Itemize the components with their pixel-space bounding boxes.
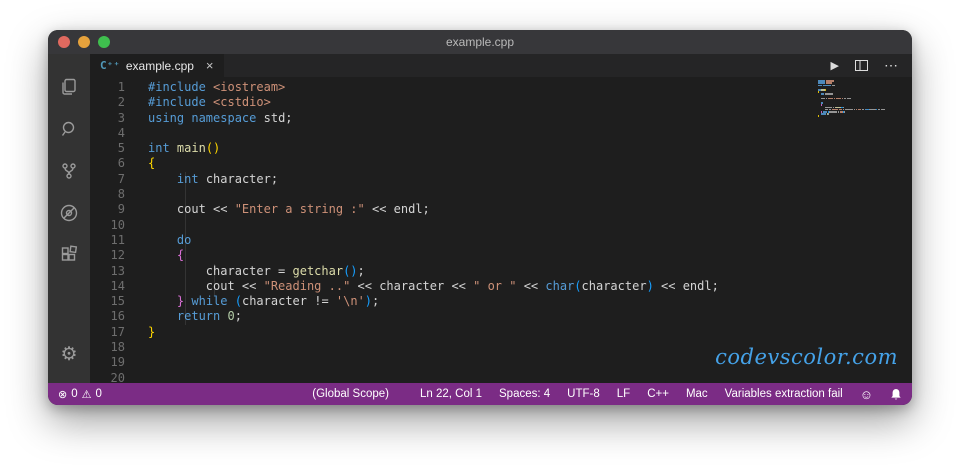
code-area: 1#include <iostream>2#include <cstdio>3u… bbox=[90, 80, 912, 383]
code-line[interactable]: 10 bbox=[90, 218, 912, 233]
explorer-icon[interactable] bbox=[48, 66, 90, 108]
code-text: #include <cstdio> bbox=[125, 95, 271, 110]
code-line[interactable]: 12 { bbox=[90, 248, 912, 263]
code-text: return 0; bbox=[125, 309, 242, 324]
indent-guide bbox=[185, 172, 186, 325]
code-text: int main() bbox=[125, 141, 220, 156]
code-line[interactable]: 8 bbox=[90, 187, 912, 202]
code-text: do bbox=[125, 233, 191, 248]
line-number: 14 bbox=[90, 279, 125, 294]
line-number: 7 bbox=[90, 172, 125, 187]
source-control-icon[interactable] bbox=[48, 150, 90, 192]
debug-icon[interactable] bbox=[48, 192, 90, 234]
code-line[interactable]: 4 bbox=[90, 126, 912, 141]
os-indicator[interactable]: Mac bbox=[686, 388, 708, 400]
run-button[interactable]: ▶ bbox=[831, 59, 839, 72]
warning-icon: ⚠ bbox=[82, 388, 92, 401]
indent-guide bbox=[214, 264, 215, 295]
line-number: 8 bbox=[90, 187, 125, 202]
tab-close-icon[interactable]: × bbox=[206, 58, 214, 73]
line-number: 4 bbox=[90, 126, 125, 141]
code-line[interactable]: 9 cout << "Enter a string :" << endl; bbox=[90, 202, 912, 217]
code-text bbox=[125, 355, 148, 370]
line-number: 11 bbox=[90, 233, 125, 248]
line-number: 10 bbox=[90, 218, 125, 233]
watermark: codevscolor.com bbox=[715, 345, 898, 369]
code-line[interactable]: 20 bbox=[90, 371, 912, 383]
line-number: 9 bbox=[90, 202, 125, 217]
code-line[interactable]: 1#include <iostream> bbox=[90, 80, 912, 95]
minimap[interactable] bbox=[816, 77, 910, 127]
code-text bbox=[125, 126, 148, 141]
line-number: 19 bbox=[90, 355, 125, 370]
code-line[interactable]: 7 int character; bbox=[90, 172, 912, 187]
line-number: 17 bbox=[90, 325, 125, 340]
cursor-position[interactable]: Ln 22, Col 1 bbox=[420, 388, 482, 400]
code-line[interactable]: 11 do bbox=[90, 233, 912, 248]
code-text bbox=[125, 218, 148, 233]
line-number: 3 bbox=[90, 111, 125, 126]
tab-label: example.cpp bbox=[126, 59, 194, 73]
line-number: 5 bbox=[90, 141, 125, 156]
code-text bbox=[125, 187, 148, 202]
tab-bar: C⁺⁺ example.cpp × ▶ ⋯ bbox=[90, 54, 912, 77]
line-number: 13 bbox=[90, 264, 125, 279]
line-number: 2 bbox=[90, 95, 125, 110]
search-icon[interactable] bbox=[48, 108, 90, 150]
code-text: { bbox=[125, 156, 155, 171]
code-text: character = getchar(); bbox=[125, 264, 365, 279]
editor-actions: ▶ ⋯ bbox=[831, 54, 912, 77]
code-line[interactable]: 17} bbox=[90, 325, 912, 340]
code-line[interactable]: 16 return 0; bbox=[90, 309, 912, 324]
line-number: 20 bbox=[90, 371, 125, 383]
indentation[interactable]: Spaces: 4 bbox=[499, 388, 550, 400]
code-text: int character; bbox=[125, 172, 278, 187]
problems-indicator[interactable]: ⊗ 0 ⚠ 0 bbox=[58, 388, 102, 401]
code-text bbox=[125, 340, 148, 355]
feedback-smiley-icon[interactable]: ☺ bbox=[860, 387, 873, 402]
warning-count: 0 bbox=[96, 388, 102, 400]
error-icon: ⊗ bbox=[58, 388, 67, 401]
more-actions-icon[interactable]: ⋯ bbox=[884, 57, 898, 74]
code-line[interactable]: 6{ bbox=[90, 156, 912, 171]
code-editor[interactable]: 1#include <iostream>2#include <cstdio>3u… bbox=[90, 77, 912, 383]
code-text: } bbox=[125, 325, 155, 340]
activity-bar: ⚙ bbox=[48, 54, 90, 383]
scope-indicator[interactable]: (Global Scope) bbox=[312, 388, 389, 400]
line-number: 1 bbox=[90, 80, 125, 95]
line-number: 16 bbox=[90, 309, 125, 324]
code-line[interactable]: 3using namespace std; bbox=[90, 111, 912, 126]
code-line[interactable]: 5int main() bbox=[90, 141, 912, 156]
eol-sequence[interactable]: LF bbox=[617, 388, 630, 400]
code-text bbox=[125, 371, 148, 383]
page-background: example.cpp bbox=[0, 0, 960, 466]
window-title: example.cpp bbox=[48, 35, 912, 49]
status-bar: ⊗ 0 ⚠ 0 (Global Scope) Ln 22, Col 1 Spaces… bbox=[48, 383, 912, 405]
titlebar: example.cpp bbox=[48, 30, 912, 54]
vscode-window: example.cpp bbox=[48, 30, 912, 405]
settings-gear-icon[interactable]: ⚙ bbox=[48, 333, 90, 375]
extensions-icon[interactable] bbox=[48, 234, 90, 276]
code-text: { bbox=[125, 248, 184, 263]
split-editor-icon[interactable] bbox=[855, 60, 868, 71]
code-text: using namespace std; bbox=[125, 111, 293, 126]
code-text: #include <iostream> bbox=[125, 80, 285, 95]
notifications-bell-icon[interactable] bbox=[890, 388, 902, 401]
extension-status[interactable]: Variables extraction fail bbox=[725, 388, 843, 400]
cpp-file-icon: C⁺⁺ bbox=[100, 59, 120, 72]
code-text: cout << "Enter a string :" << endl; bbox=[125, 202, 430, 217]
code-text: } while (character != '\n'); bbox=[125, 294, 379, 309]
line-number: 6 bbox=[90, 156, 125, 171]
line-number: 12 bbox=[90, 248, 125, 263]
code-line[interactable]: 15 } while (character != '\n'); bbox=[90, 294, 912, 309]
code-line[interactable]: 2#include <cstdio> bbox=[90, 95, 912, 110]
line-number: 18 bbox=[90, 340, 125, 355]
encoding[interactable]: UTF-8 bbox=[567, 388, 600, 400]
error-count: 0 bbox=[71, 388, 77, 400]
line-number: 15 bbox=[90, 294, 125, 309]
tab-example-cpp[interactable]: C⁺⁺ example.cpp × bbox=[90, 54, 224, 77]
language-mode[interactable]: C++ bbox=[647, 388, 669, 400]
